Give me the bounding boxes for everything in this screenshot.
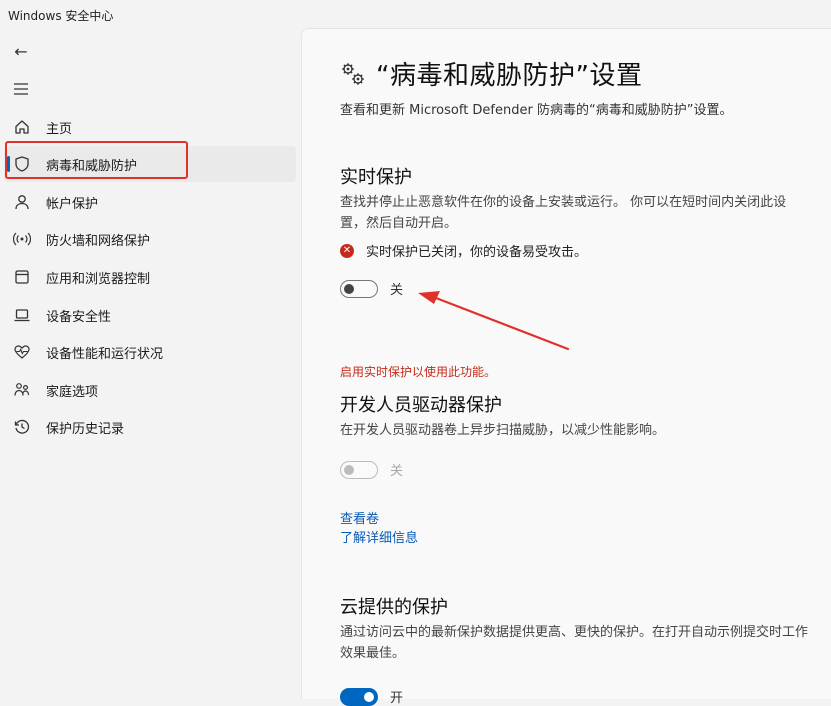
sidebar-item-label: 应用和浏览器控制 [46,271,151,287]
toggle-knob [344,283,354,294]
history-icon [12,417,32,437]
sidebar-item-firewall[interactable]: 防火墙和网络保护 [4,221,296,257]
warning-text: 实时保护已关闭，你的设备易受攻击。 [366,245,588,260]
realtime-protection-description: 查找并停止止恶意软件在你的设备上安装或运行。 你可以在短时间内关闭此设置，然后自… [340,195,787,231]
realtime-warning: ✕ 实时保护已关闭，你的设备易受攻击。 [340,241,587,260]
learn-more-link[interactable]: 了解详细信息 [340,527,418,546]
sidebar-item-device-security[interactable]: 设备安全性 [4,297,296,333]
title-bar: Windows 安全中心 [0,0,831,28]
sidebar-item-label: 设备安全性 [46,309,112,325]
home-icon [12,117,32,137]
hamburger-menu-icon [14,83,28,95]
gears-icon [342,62,364,85]
wireless-icon [12,229,32,249]
dev-drive-protection-title: 开发人员驱动器保护 [340,395,502,416]
cloud-toggle-row: 开 [340,687,403,706]
back-arrow-icon: ← [14,41,28,61]
view-volumes-link[interactable]: 查看卷 [340,508,379,527]
page-description: 查看和更新 Microsoft Defender 防病毒的“病毒和威胁防护”设置… [340,103,733,118]
sidebar-item-label: 保护历史记录 [46,421,125,437]
toggle-knob [364,691,374,702]
dev-drive-protection-toggle[interactable] [340,460,378,479]
sidebar-item-account[interactable]: 帐户保护 [4,184,296,220]
back-button[interactable]: ← [8,38,34,64]
cloud-protection-toggle[interactable] [340,687,378,706]
page-header: “病毒和威胁防护”设置 [340,55,642,92]
toggle-knob [344,464,354,475]
heart-pulse-icon [12,342,32,362]
page-title: “病毒和威胁防护”设置 [376,61,643,91]
sidebar-item-label: 设备性能和运行状况 [46,346,164,362]
annotation-highlight-box [5,141,188,179]
sidebar-item-label: 防火墙和网络保护 [46,233,151,249]
dev-drive-protection-description: 在开发人员驱动器卷上异步扫描威胁，以减少性能影响。 [340,423,666,438]
person-icon [12,192,32,212]
sidebar-item-app-browser[interactable]: 应用和浏览器控制 [4,259,296,295]
realtime-protection-title: 实时保护 [340,167,412,188]
sidebar-item-family[interactable]: 家庭选项 [4,372,296,408]
error-note: 启用实时保护以使用此功能。 [340,365,497,379]
app-title: Windows 安全中心 [8,9,114,23]
realtime-toggle-row: 关 [340,279,403,298]
toggle-state-label: 开 [390,691,404,706]
cloud-protection-description: 通过访问云中的最新保护数据提供更高、更快的保护。在打开自动示例提交时工作效果最佳… [340,625,809,661]
toggle-state-label: 关 [390,283,404,298]
menu-button[interactable] [8,76,34,102]
app-window-icon [12,267,32,287]
sidebar-item-label: 帐户保护 [46,196,99,212]
sidebar-item-history[interactable]: 保护历史记录 [4,409,296,445]
sidebar-item-label: 家庭选项 [46,384,99,400]
settings-content: “病毒和威胁防护”设置 查看和更新 Microsoft Defender 防病毒… [301,28,831,706]
family-icon [12,380,32,400]
cloud-protection-title: 云提供的保护 [340,597,448,618]
error-icon: ✕ [340,243,354,258]
sidebar-item-label: 主页 [46,121,73,137]
realtime-protection-toggle[interactable] [340,279,378,298]
sidebar-item-home[interactable]: 主页 [4,109,296,145]
toggle-state-label: 关 [390,464,404,479]
sidebar-item-device-health[interactable]: 设备性能和运行状况 [4,334,296,370]
laptop-icon [12,305,32,325]
dev-drive-toggle-row: 关 [340,460,403,479]
